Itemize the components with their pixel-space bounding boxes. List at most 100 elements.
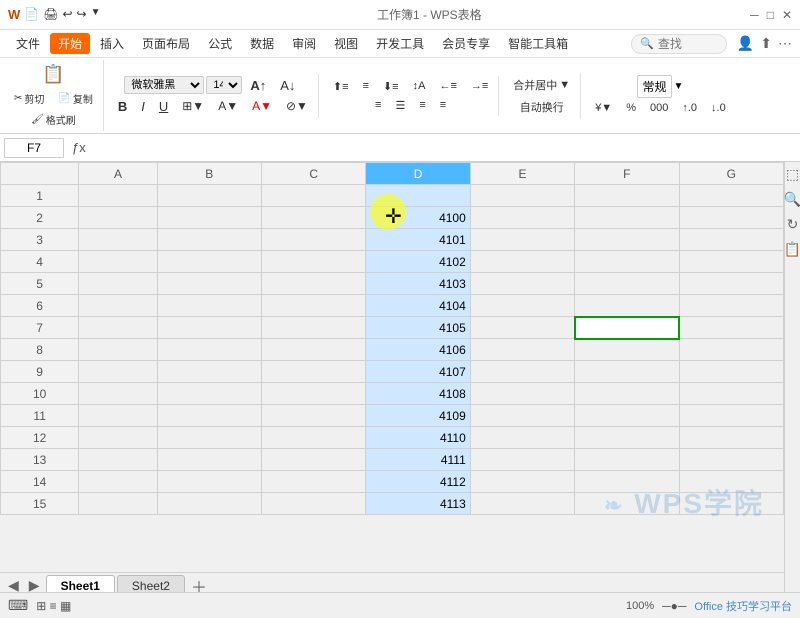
row-header-13[interactable]: 13 xyxy=(1,449,79,471)
clear-button[interactable]: ⊘▼ xyxy=(280,97,314,115)
decimal-increase-button[interactable]: ↑.0 xyxy=(676,100,703,116)
cell-d13[interactable]: 4111 xyxy=(366,449,470,471)
decrease-indent-button[interactable]: ←≡ xyxy=(433,78,462,94)
col-header-g[interactable]: G xyxy=(679,163,783,185)
row-header-11[interactable]: 11 xyxy=(1,405,79,427)
cell-d4[interactable]: 4102 xyxy=(366,251,470,273)
underline-button[interactable]: U xyxy=(153,97,174,116)
col-header-c[interactable]: C xyxy=(261,163,365,185)
cell-a6[interactable] xyxy=(79,295,157,317)
col-header-f[interactable]: F xyxy=(575,163,679,185)
menu-review[interactable]: 审阅 xyxy=(284,33,324,54)
wrap-button[interactable]: 自动换行 xyxy=(514,97,570,117)
cell-g11[interactable] xyxy=(679,405,783,427)
close-button[interactable]: ✕ xyxy=(782,8,792,22)
cell-c4[interactable] xyxy=(261,251,365,273)
cell-a8[interactable] xyxy=(79,339,157,361)
cell-f9[interactable] xyxy=(575,361,679,383)
row-header-4[interactable]: 4 xyxy=(1,251,79,273)
menu-formula[interactable]: 公式 xyxy=(200,33,240,54)
row-header-15[interactable]: 15 xyxy=(1,493,79,515)
percent-button[interactable]: % xyxy=(620,100,642,116)
border-button[interactable]: ⊞▼ xyxy=(176,97,210,115)
redo-icon[interactable]: ↪ xyxy=(77,7,87,22)
menu-data[interactable]: 数据 xyxy=(242,33,282,54)
cell-f6[interactable] xyxy=(575,295,679,317)
cell-c7[interactable] xyxy=(261,317,365,339)
cell-c8[interactable] xyxy=(261,339,365,361)
col-header-e[interactable]: E xyxy=(470,163,574,185)
cell-g7[interactable] xyxy=(679,317,783,339)
cell-g8[interactable] xyxy=(679,339,783,361)
font-decrease-button[interactable]: A↓ xyxy=(274,76,301,95)
cell-e14[interactable] xyxy=(470,471,574,493)
cell-c13[interactable] xyxy=(261,449,365,471)
cell-f13[interactable] xyxy=(575,449,679,471)
cell-a14[interactable] xyxy=(79,471,157,493)
add-sheet-button[interactable]: ＋ xyxy=(187,574,211,593)
row-header-6[interactable]: 6 xyxy=(1,295,79,317)
cell-e5[interactable] xyxy=(470,273,574,295)
cell-g10[interactable] xyxy=(679,383,783,405)
row-header-12[interactable]: 12 xyxy=(1,427,79,449)
cell-d11[interactable]: 4109 xyxy=(366,405,470,427)
bold-button[interactable]: B xyxy=(112,97,133,116)
cell-c10[interactable] xyxy=(261,383,365,405)
cell-d7[interactable]: 4105 xyxy=(366,317,470,339)
cell-c9[interactable] xyxy=(261,361,365,383)
row-header-10[interactable]: 10 xyxy=(1,383,79,405)
cell-f10[interactable] xyxy=(575,383,679,405)
cell-f12[interactable] xyxy=(575,427,679,449)
cut-button[interactable]: ✂ 剪切 xyxy=(8,89,50,108)
font-name-select[interactable]: 微软雅黑 xyxy=(124,76,204,94)
cell-e4[interactable] xyxy=(470,251,574,273)
cell-d14[interactable]: 4112 xyxy=(366,471,470,493)
format-painter-button[interactable]: 🖌 格式刷 xyxy=(25,110,82,129)
align-left-button[interactable]: ≡ xyxy=(369,97,387,113)
cell-g13[interactable] xyxy=(679,449,783,471)
dropdown-icon[interactable]: ▼ xyxy=(91,7,101,22)
cell-b9[interactable] xyxy=(157,361,261,383)
cell-g3[interactable] xyxy=(679,229,783,251)
menu-file[interactable]: 文件 xyxy=(8,33,48,54)
comma-button[interactable]: 000 xyxy=(644,100,674,116)
cell-a12[interactable] xyxy=(79,427,157,449)
cell-d15[interactable]: 4113 xyxy=(366,493,470,515)
row-header-3[interactable]: 3 xyxy=(1,229,79,251)
cell-c5[interactable] xyxy=(261,273,365,295)
cell-b3[interactable] xyxy=(157,229,261,251)
align-top-button[interactable]: ⬆≡ xyxy=(327,78,355,95)
right-panel-icon-2[interactable]: 🔍 xyxy=(784,191,800,208)
cell-g15[interactable] xyxy=(679,493,783,515)
cell-g1[interactable] xyxy=(679,185,783,207)
align-right-button[interactable]: ≡ xyxy=(413,97,431,113)
cell-d9[interactable]: 4107 xyxy=(366,361,470,383)
cell-a11[interactable] xyxy=(79,405,157,427)
right-panel-icon-3[interactable]: ↻ xyxy=(787,216,799,233)
cell-f1[interactable] xyxy=(575,185,679,207)
cell-b2[interactable] xyxy=(157,207,261,229)
cell-c15[interactable] xyxy=(261,493,365,515)
cell-g12[interactable] xyxy=(679,427,783,449)
cell-f15[interactable] xyxy=(575,493,679,515)
cell-d6[interactable]: 4104 xyxy=(366,295,470,317)
align-center-button[interactable]: ☰ xyxy=(389,97,411,114)
align-middle-button[interactable]: ≡ xyxy=(357,78,375,94)
cell-f4[interactable] xyxy=(575,251,679,273)
col-header-d[interactable]: D xyxy=(366,163,470,185)
menu-home[interactable]: 开始 xyxy=(50,33,90,54)
cell-b7[interactable] xyxy=(157,317,261,339)
cell-a2[interactable] xyxy=(79,207,157,229)
cell-g4[interactable] xyxy=(679,251,783,273)
cell-e1[interactable] xyxy=(470,185,574,207)
cell-g5[interactable] xyxy=(679,273,783,295)
cell-a9[interactable] xyxy=(79,361,157,383)
sheet-tab-2[interactable]: Sheet2 xyxy=(117,575,185,592)
cell-c6[interactable] xyxy=(261,295,365,317)
align-bottom-button[interactable]: ⬇≡ xyxy=(377,78,405,95)
fill-color-button[interactable]: A▼ xyxy=(212,97,244,115)
share-icon[interactable]: ⬆ xyxy=(760,35,772,52)
cell-reference-input[interactable] xyxy=(4,138,64,158)
cell-e11[interactable] xyxy=(470,405,574,427)
font-color-button[interactable]: A▼ xyxy=(246,97,278,115)
